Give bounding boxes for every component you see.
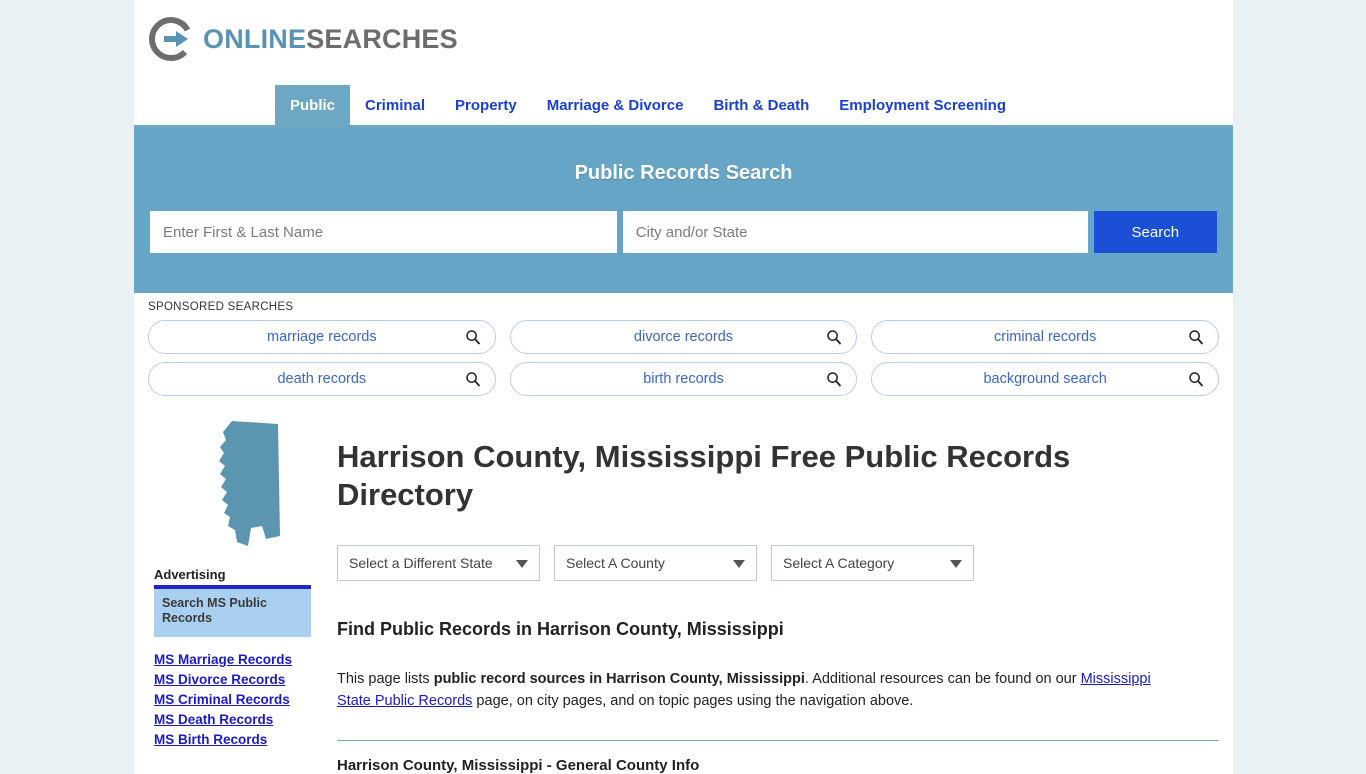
sponsored-pill-label: marriage records: [267, 329, 377, 345]
sponsored-pill-marriage-records[interactable]: marriage records: [148, 320, 496, 354]
site-header: ONLINESEARCHES: [134, 0, 1233, 85]
intro-text-part2: . Additional resources can be found on o…: [804, 670, 1081, 687]
search-icon: [1188, 329, 1204, 351]
circle-arrow-logo-icon: [148, 16, 194, 62]
search-icon: [465, 371, 481, 393]
search-banner: Public Records Search Search: [134, 128, 1233, 293]
main-column: Harrison County, Mississippi Free Public…: [313, 414, 1219, 774]
subsection-general-county-info-title: Harrison County, Mississippi - General C…: [337, 756, 700, 774]
search-banner-title: Public Records Search: [574, 162, 793, 184]
chevron-down-icon: [516, 559, 528, 568]
search-icon: [465, 329, 481, 351]
site-logo[interactable]: ONLINESEARCHES: [148, 16, 458, 62]
search-icon: [826, 371, 842, 393]
select-county-value: Select A County: [566, 554, 665, 571]
advertising-label: Advertising: [154, 567, 226, 582]
sponsored-pill-criminal-records[interactable]: criminal records: [871, 320, 1219, 354]
select-state-value: Select a Different State: [349, 554, 493, 571]
main-content: Advertising Search MS Public Records MS …: [134, 402, 1233, 774]
sidebar-link-ms-marriage-records[interactable]: MS Marriage Records: [154, 652, 313, 667]
select-state-dropdown[interactable]: Select a Different State: [337, 544, 540, 581]
filter-selects: Select a Different State Select A County…: [337, 544, 1219, 581]
sponsored-pill-divorce-records[interactable]: divorce records: [509, 320, 858, 354]
sponsored-pill-label: divorce records: [633, 329, 734, 345]
chevron-down-icon: [733, 559, 745, 568]
sidebar-link-ms-divorce-records[interactable]: MS Divorce Records: [154, 672, 313, 687]
sidebar-links: MS Marriage Records MS Divorce Records M…: [154, 652, 313, 747]
sponsored-pill-birth-records[interactable]: birth records: [509, 362, 858, 396]
sponsored-pill-label: background search: [983, 371, 1107, 387]
main-navigation: Public Criminal Property Marriage & Divo…: [134, 85, 1233, 128]
tab-marriage-divorce[interactable]: Marriage & Divorce: [532, 85, 699, 125]
intro-text-part3: page, on city pages, and on topic pages …: [472, 693, 914, 710]
logo-text-searches: SEARCHES: [306, 23, 458, 54]
ad-box-search-ms-public-records[interactable]: Search MS Public Records: [154, 585, 311, 637]
search-icon: [1188, 371, 1204, 393]
intro-bold-phrase: public record sources in Harrison County…: [433, 670, 805, 687]
search-icon: [826, 329, 842, 351]
intro-text-part1: This page lists: [337, 670, 434, 687]
tab-birth-death[interactable]: Birth & Death: [698, 85, 824, 125]
tab-property[interactable]: Property: [440, 85, 532, 125]
sponsored-pill-death-records[interactable]: death records: [148, 362, 496, 396]
select-category-dropdown[interactable]: Select A Category: [771, 544, 974, 581]
chevron-down-icon: [950, 559, 962, 568]
select-category-value: Select A Category: [783, 554, 895, 571]
city-state-search-input[interactable]: [622, 211, 1088, 253]
sidebar-link-ms-death-records[interactable]: MS Death Records: [154, 712, 313, 727]
sponsored-pill-grid: marriage records divorce records crimina…: [148, 320, 1219, 396]
tab-criminal[interactable]: Criminal: [350, 85, 440, 125]
sponsored-pill-background-search[interactable]: background search: [871, 362, 1219, 396]
intro-paragraph: This page lists public record sources in…: [337, 668, 1177, 713]
section-divider: [337, 739, 1219, 741]
page-title: Harrison County, Mississippi Free Public…: [337, 439, 1071, 512]
sponsored-pill-label: birth records: [643, 371, 724, 387]
select-county-dropdown[interactable]: Select A County: [554, 544, 757, 581]
section-title: Find Public Records in Harrison County, …: [337, 618, 784, 639]
search-form: Search: [150, 211, 1217, 253]
sidebar: Advertising Search MS Public Records MS …: [148, 414, 313, 774]
sponsored-searches-section: SPONSORED SEARCHES marriage records divo…: [134, 293, 1233, 402]
tab-public[interactable]: Public: [275, 85, 351, 125]
page-container: ONLINESEARCHES Public Criminal Property …: [134, 0, 1233, 774]
sponsored-pill-label: death records: [277, 371, 367, 387]
tab-employment-screening[interactable]: Employment Screening: [824, 85, 1021, 125]
sidebar-link-ms-birth-records[interactable]: MS Birth Records: [154, 732, 313, 747]
search-button[interactable]: Search: [1093, 211, 1217, 253]
sponsored-searches-label: SPONSORED SEARCHES: [148, 301, 294, 313]
logo-text-online: ONLINE: [203, 23, 307, 54]
sidebar-link-ms-criminal-records[interactable]: MS Criminal Records: [154, 692, 313, 707]
sponsored-pill-label: criminal records: [993, 329, 1097, 345]
mississippi-state-map-icon: [204, 414, 294, 553]
name-search-input[interactable]: [150, 211, 617, 253]
